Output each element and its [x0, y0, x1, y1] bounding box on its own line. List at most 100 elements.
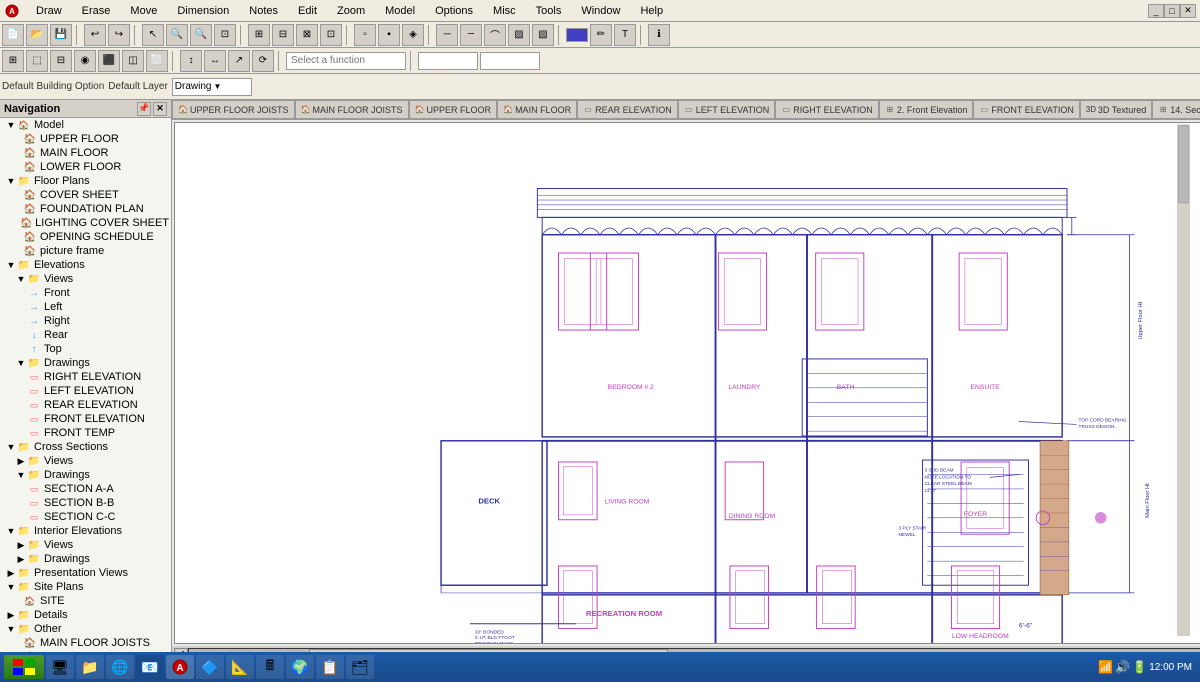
tb2-btn7[interactable]: ⬜ [146, 50, 168, 72]
tree-item-views-elev[interactable]: ▼ 📁 Views [0, 272, 171, 286]
tree-item-main-floor[interactable]: 🏠 MAIN FLOOR [0, 146, 171, 160]
tb-snap3[interactable]: ◈ [402, 24, 424, 46]
open-button[interactable]: 📂 [26, 24, 48, 46]
save-button[interactable]: 💾 [50, 24, 72, 46]
tree-arrow-cross-sections[interactable]: ▼ [6, 442, 16, 452]
tree-item-left[interactable]: → Left [0, 300, 171, 314]
coord2-input[interactable]: 0.00° [480, 52, 540, 70]
tree-item-cross-sections[interactable]: ▼ 📁 Cross Sections [0, 440, 171, 454]
tb-arc[interactable]: ⌒ [484, 24, 506, 46]
redo-button[interactable]: ↪ [108, 24, 130, 46]
taskbar-ie[interactable]: 🌐 [106, 655, 134, 679]
tab-rear-elevation[interactable]: ▭ REAR ELEVATION [577, 100, 678, 118]
tree-item-site[interactable]: 🏠 SITE [0, 594, 171, 608]
zoom-fit-button[interactable]: ⊡ [214, 24, 236, 46]
taskbar-calculator[interactable]: 🖩 [256, 655, 284, 679]
drawing-dropdown[interactable]: Drawing ▼ [172, 78, 252, 96]
menu-move[interactable]: Move [126, 3, 161, 19]
tb-tool1[interactable]: ⊞ [248, 24, 270, 46]
tb2-btn5[interactable]: ⬛ [98, 50, 120, 72]
tb2-btn2[interactable]: ⬚ [26, 50, 48, 72]
menu-window[interactable]: Window [577, 3, 624, 19]
tb2-btn4[interactable]: ◉ [74, 50, 96, 72]
tb-tool4[interactable]: ⊡ [320, 24, 342, 46]
taskbar-archicad[interactable]: A [166, 655, 194, 679]
tb-tool2[interactable]: ⊟ [272, 24, 294, 46]
tree-item-section-aa[interactable]: ▭ SECTION A-A [0, 482, 171, 496]
tree-arrow-views-cross[interactable]: ▶ [16, 456, 26, 466]
tree-item-section-cc[interactable]: ▭ SECTION C-C [0, 510, 171, 524]
tb-info[interactable]: ℹ [648, 24, 670, 46]
tree-item-right[interactable]: → Right [0, 314, 171, 328]
tab-front-elevation-view[interactable]: ▭ FRONT ELEVATION [973, 100, 1080, 118]
tree-arrow-elevations[interactable]: ▼ [6, 260, 16, 270]
tab-front-elevation-2[interactable]: ⊞ 2. Front Elevation [879, 100, 974, 118]
tab-main-floor-joists[interactable]: 🏠 MAIN FLOOR JOISTS [295, 100, 409, 118]
drawing-dropdown-arrow[interactable]: ▼ [213, 82, 221, 91]
tb2-btn1[interactable]: ⊞ [2, 50, 24, 72]
tree-item-picture-frame[interactable]: 🏠 picture frame [0, 244, 171, 258]
taskbar-app-dragon[interactable]: 🔷 [196, 655, 224, 679]
tb2-btn8[interactable]: ↕ [180, 50, 202, 72]
nav-pin-button[interactable]: 📌 [137, 102, 151, 116]
tb2-btn10[interactable]: ↗ [228, 50, 250, 72]
tree-arrow-other[interactable]: ▼ [6, 624, 16, 634]
tree-arrow-site-plans[interactable]: ▼ [6, 582, 16, 592]
tree-item-rear[interactable]: ↓ Rear [0, 328, 171, 342]
tb-line2[interactable]: ╌ [460, 24, 482, 46]
tb-color[interactable] [566, 28, 588, 42]
tree-item-upper-floor[interactable]: 🏠 UPPER FLOOR [0, 132, 171, 146]
menu-zoom[interactable]: Zoom [333, 3, 369, 19]
tree-item-details[interactable]: ▶ 📁 Details [0, 608, 171, 622]
taskbar-show-desktop[interactable]: 🖥 [46, 655, 74, 679]
taskbar-app-vectorworks[interactable]: 📐 [226, 655, 254, 679]
close-button[interactable]: ✕ [1180, 4, 1196, 18]
coord1-input[interactable]: 0.000° [418, 52, 478, 70]
menu-erase[interactable]: Erase [78, 3, 115, 19]
select-button[interactable]: ↖ [142, 24, 164, 46]
tb2-btn9[interactable]: ↔ [204, 50, 226, 72]
tab-right-elevation[interactable]: ▭ RIGHT ELEVATION [775, 100, 879, 118]
tb-snap1[interactable]: ▫ [354, 24, 376, 46]
tree-item-model[interactable]: ▼ 🏠 Model [0, 118, 171, 132]
taskbar-clipboard[interactable]: 📋 [316, 655, 344, 679]
tree-arrow-model[interactable]: ▼ [6, 120, 16, 130]
tree-item-front[interactable]: → Front [0, 286, 171, 300]
menu-misc[interactable]: Misc [489, 3, 520, 19]
taskbar-file-explorer[interactable]: 📁 [76, 655, 104, 679]
tree-item-drawings-int[interactable]: ▶ 📁 Drawings [0, 552, 171, 566]
function-input[interactable] [286, 52, 406, 70]
taskbar-files2[interactable]: 🗂 [346, 655, 374, 679]
tree-item-views-cross[interactable]: ▶ 📁 Views [0, 454, 171, 468]
menu-options[interactable]: Options [431, 3, 477, 19]
undo-button[interactable]: ↩ [84, 24, 106, 46]
tree-arrow-drawings-int[interactable]: ▶ [16, 554, 26, 564]
tree-item-lower-floor[interactable]: 🏠 LOWER FLOOR [0, 160, 171, 174]
menu-model[interactable]: Model [381, 3, 419, 19]
tb2-btn3[interactable]: ⊟ [50, 50, 72, 72]
tree-item-site-plans[interactable]: ▼ 📁 Site Plans [0, 580, 171, 594]
tb-pen[interactable]: ✏ [590, 24, 612, 46]
tree-item-front-elevation-draw[interactable]: ▭ FRONT ELEVATION [0, 412, 171, 426]
tab-upper-floor-joists[interactable]: 🏠 UPPER FLOOR JOISTS [172, 100, 295, 118]
menu-draw[interactable]: Draw [32, 3, 66, 19]
tab-3d-textured[interactable]: 3D 3D Textured [1080, 100, 1152, 118]
tree-item-foundation-plan[interactable]: 🏠 FOUNDATION PLAN [0, 202, 171, 216]
tree-item-other[interactable]: ▼ 📁 Other [0, 622, 171, 636]
minimize-button[interactable]: _ [1148, 4, 1164, 18]
tree-item-elevations[interactable]: ▼ 📁 Elevations [0, 258, 171, 272]
tree-item-left-elevation[interactable]: ▭ LEFT ELEVATION [0, 384, 171, 398]
taskbar-browser2[interactable]: 🌍 [286, 655, 314, 679]
menu-dimension[interactable]: Dimension [173, 3, 233, 19]
tree-item-rear-elevation[interactable]: ▭ REAR ELEVATION [0, 398, 171, 412]
canvas-container[interactable]: BEDROOM # 2 LAUNDRY BATH ENSUITE [174, 122, 1200, 644]
tree-item-top[interactable]: ↑ Top [0, 342, 171, 356]
tab-upper-floor[interactable]: 🏠 UPPER FLOOR [409, 100, 498, 118]
tree-item-cover-sheet[interactable]: 🏠 COVER SHEET [0, 188, 171, 202]
tree-arrow-details[interactable]: ▶ [6, 610, 16, 620]
tree-arrow-presentation-views[interactable]: ▶ [6, 568, 16, 578]
tb-fill[interactable]: ▨ [508, 24, 530, 46]
tb2-btn11[interactable]: ⟳ [252, 50, 274, 72]
tree-arrow-floor-plans[interactable]: ▼ [6, 176, 16, 186]
tab-left-elevation[interactable]: ▭ LEFT ELEVATION [678, 100, 776, 118]
